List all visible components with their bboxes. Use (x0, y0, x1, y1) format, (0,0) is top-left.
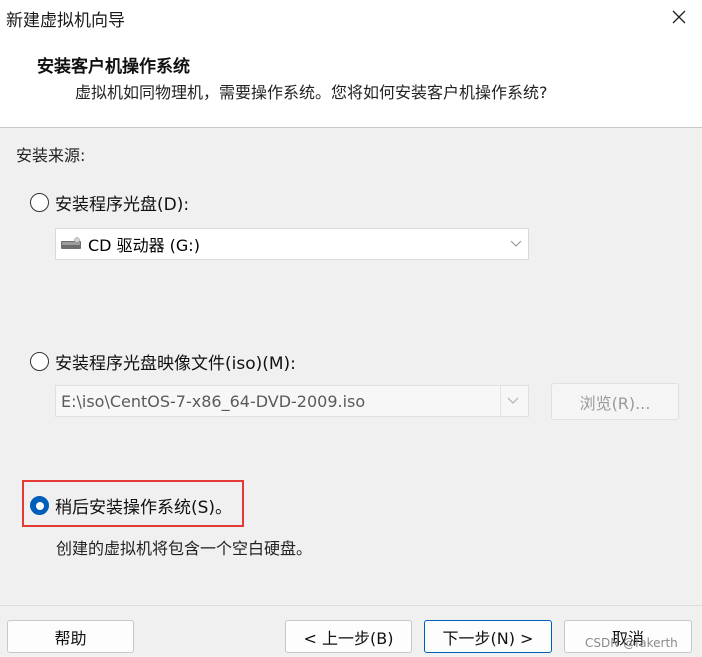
radio-disc-label: 安装程序光盘(D): (55, 195, 190, 215)
radio-disc-option[interactable]: 安装程序光盘(D): (30, 190, 189, 215)
radio-button[interactable] (30, 193, 49, 212)
chevron-down-icon (510, 229, 522, 259)
back-button[interactable]: < 上一步(B) (285, 620, 412, 653)
next-button[interactable]: 下一步(N) > (424, 620, 552, 653)
radio-iso-option[interactable]: 安装程序光盘映像文件(iso)(M): (30, 349, 296, 374)
later-option-description: 创建的虚拟机将包含一个空白硬盘。 (56, 539, 313, 558)
radio-iso-label: 安装程序光盘映像文件(iso)(M): (55, 354, 296, 374)
page-title: 安装客户机操作系统 (37, 57, 190, 77)
title-bar: 新建虚拟机向导 (0, 0, 702, 34)
browse-button[interactable]: 浏览(R)... (551, 383, 679, 420)
cd-drive-icon (60, 237, 82, 251)
window-title: 新建虚拟机向导 (6, 11, 125, 31)
iso-path-input[interactable]: E:\iso\CentOS-7-x86_64-DVD-2009.iso (55, 385, 529, 417)
footer-divider (0, 605, 702, 606)
chevron-down-icon (500, 386, 528, 416)
wizard-header: 安装客户机操作系统 虚拟机如同物理机，需要操作系统。您将如何安装客户机操作系统? (0, 34, 702, 128)
help-button[interactable]: 帮助 (7, 620, 134, 653)
disc-drive-value: CD 驱动器 (G:) (88, 236, 200, 255)
radio-button[interactable] (30, 352, 49, 371)
page-subtitle: 虚拟机如同物理机，需要操作系统。您将如何安装客户机操作系统? (75, 83, 548, 102)
iso-path-value: E:\iso\CentOS-7-x86_64-DVD-2009.iso (61, 391, 366, 411)
close-button[interactable] (656, 0, 702, 34)
disc-drive-select[interactable]: CD 驱动器 (G:) (55, 228, 529, 260)
close-icon (672, 10, 686, 24)
install-source-label: 安装来源: (16, 146, 86, 165)
radio-later-option[interactable]: 稍后安装操作系统(S)。 (30, 493, 232, 518)
watermark: CSDN @fakerth (585, 636, 678, 650)
radio-button[interactable] (30, 496, 49, 515)
radio-later-label: 稍后安装操作系统(S)。 (55, 498, 233, 518)
